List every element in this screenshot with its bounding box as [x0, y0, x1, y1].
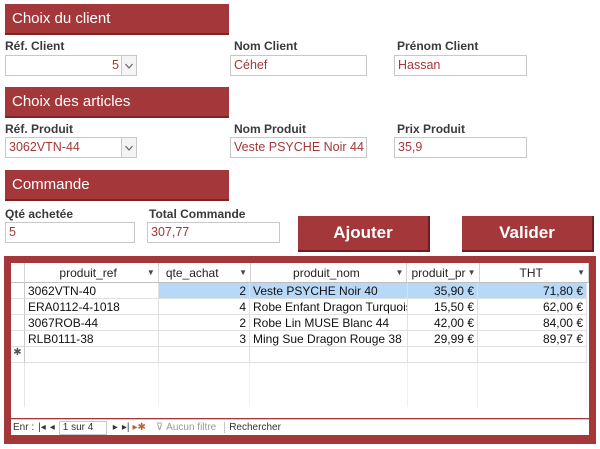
chevron-down-icon: [125, 63, 133, 69]
cell-produit-pr[interactable]: 42,00 €: [408, 315, 478, 331]
column-header-label: produit_pr: [411, 265, 466, 280]
sort-dropdown-icon[interactable]: ▼: [147, 268, 155, 277]
datasheet: produit_ref ▼ qte_achat ▼ produit_nom ▼ …: [11, 263, 589, 418]
header-row: produit_ref ▼ qte_achat ▼ produit_nom ▼ …: [11, 263, 589, 283]
nom-client-label: Nom Client: [234, 39, 298, 53]
cell-tht[interactable]: 84,00 €: [478, 315, 587, 331]
column-header-label: produit_ref: [59, 265, 117, 280]
table-row[interactable]: RLB0111-38 3 Ming Sue Dragon Rouge 38 29…: [11, 331, 589, 347]
cell-empty[interactable]: [478, 347, 587, 363]
column-header-produit-ref[interactable]: produit_ref ▼: [25, 263, 159, 283]
cell-qte-achat[interactable]: 4: [159, 299, 250, 315]
ref-produit-label: Réf. Produit: [5, 122, 73, 136]
cell-produit-pr[interactable]: 35,90 €: [408, 283, 478, 299]
ref-produit-dropdown-button[interactable]: [121, 137, 137, 158]
datasheet-empty-area: [11, 363, 589, 407]
qte-label: Qté achetée: [5, 207, 74, 221]
ref-produit-field[interactable]: 3062VTN-44: [5, 137, 122, 158]
cell-empty[interactable]: [408, 347, 478, 363]
nom-client-field[interactable]: Céhef: [230, 55, 367, 76]
new-record-icon[interactable]: ✱: [11, 347, 25, 363]
select-all-corner[interactable]: [11, 263, 26, 283]
search-field[interactable]: Rechercher: [224, 422, 289, 433]
column-header-produit-pr[interactable]: produit_pr ▼: [407, 263, 480, 283]
cell-empty[interactable]: [25, 347, 159, 363]
qte-field[interactable]: 5: [5, 222, 135, 243]
cell-produit-nom[interactable]: Robe Lin MUSE Blanc 44: [250, 315, 408, 331]
cell-qte-achat[interactable]: 3: [159, 331, 250, 347]
next-record-icon[interactable]: ▸: [113, 422, 118, 433]
column-header-tht[interactable]: THT ▼: [479, 263, 589, 283]
cell-produit-ref[interactable]: ERA0112-4-1018: [25, 299, 159, 315]
table-row[interactable]: 3062VTN-40 2 Veste PSYCHE Noir 40 35,90 …: [11, 283, 589, 299]
cell-qte-achat[interactable]: 2: [159, 283, 250, 299]
last-record-icon[interactable]: ▸|: [122, 422, 130, 433]
sort-dropdown-icon[interactable]: ▼: [577, 268, 585, 277]
section-header-commande: Commande: [5, 170, 229, 201]
table-row[interactable]: 3067ROB-44 2 Robe Lin MUSE Blanc 44 42,0…: [11, 315, 589, 331]
row-selector[interactable]: [11, 299, 25, 315]
sort-dropdown-icon[interactable]: ▼: [468, 268, 476, 277]
cell-empty[interactable]: [250, 347, 408, 363]
previous-record-icon[interactable]: ◂: [50, 422, 55, 433]
first-record-icon[interactable]: |◂: [38, 422, 46, 433]
nom-produit-field[interactable]: Veste PSYCHE Noir 44: [230, 137, 367, 158]
prenom-client-label: Prénom Client: [397, 39, 479, 53]
section-header-articles: Choix des articles: [5, 87, 229, 118]
record-navigation-bar: Enr : |◂ ◂ 1 sur 4 ▸ ▸| ▸✱ ⊽ Aucun filtr…: [11, 419, 589, 435]
new-record-row[interactable]: ✱: [11, 347, 589, 363]
section-header-client: Choix du client: [5, 4, 229, 35]
cell-produit-pr[interactable]: 29,99 €: [408, 331, 478, 347]
cell-produit-nom[interactable]: Robe Enfant Dragon Turquoise: [250, 299, 408, 315]
column-header-label: qte_achat: [165, 265, 219, 280]
nom-produit-label: Nom Produit: [234, 122, 306, 136]
sort-dropdown-icon[interactable]: ▼: [239, 268, 247, 277]
row-selector[interactable]: [11, 331, 25, 347]
total-commande-label: Total Commande: [149, 207, 246, 221]
cell-produit-ref[interactable]: 3067ROB-44: [25, 315, 159, 331]
record-label: Enr :: [13, 422, 35, 433]
column-header-label: THT: [519, 265, 543, 280]
ref-client-dropdown-button[interactable]: [121, 55, 137, 76]
prix-produit-label: Prix Produit: [397, 122, 466, 136]
ref-client-field[interactable]: 5: [5, 55, 122, 76]
prix-produit-field[interactable]: 35,9: [394, 137, 527, 158]
chevron-down-icon: [125, 145, 133, 151]
filter-status[interactable]: Aucun filtre: [166, 422, 216, 433]
sort-dropdown-icon[interactable]: ▼: [396, 268, 404, 277]
cell-produit-nom[interactable]: Veste PSYCHE Noir 40: [250, 283, 408, 299]
cell-produit-nom[interactable]: Ming Sue Dragon Rouge 38: [250, 331, 408, 347]
cell-tht[interactable]: 71,80 €: [478, 283, 587, 299]
column-header-label: produit_nom: [293, 265, 360, 280]
row-selector[interactable]: [11, 283, 25, 299]
cell-tht[interactable]: 89,97 €: [478, 331, 587, 347]
column-header-qte-achat[interactable]: qte_achat ▼: [158, 263, 252, 283]
cell-produit-ref[interactable]: RLB0111-38: [25, 331, 159, 347]
record-position-field[interactable]: 1 sur 4: [58, 420, 107, 435]
cell-produit-pr[interactable]: 15,50 €: [408, 299, 478, 315]
ref-client-label: Réf. Client: [5, 39, 65, 53]
row-selector[interactable]: [11, 315, 25, 331]
prenom-client-field[interactable]: Hassan: [394, 55, 527, 76]
cell-tht[interactable]: 62,00 €: [478, 299, 587, 315]
cell-empty[interactable]: [159, 347, 250, 363]
cell-produit-ref[interactable]: 3062VTN-40: [25, 283, 159, 299]
table-row[interactable]: ERA0112-4-1018 4 Robe Enfant Dragon Turq…: [11, 299, 589, 315]
valider-button[interactable]: Valider: [462, 216, 594, 252]
new-record-nav-icon[interactable]: ▸✱: [132, 422, 145, 433]
total-commande-field[interactable]: 307,77: [147, 222, 280, 243]
cell-qte-achat[interactable]: 2: [159, 315, 250, 331]
filter-icon: ⊽: [155, 422, 164, 433]
column-header-produit-nom[interactable]: produit_nom ▼: [251, 263, 408, 283]
ajouter-button[interactable]: Ajouter: [298, 216, 430, 252]
